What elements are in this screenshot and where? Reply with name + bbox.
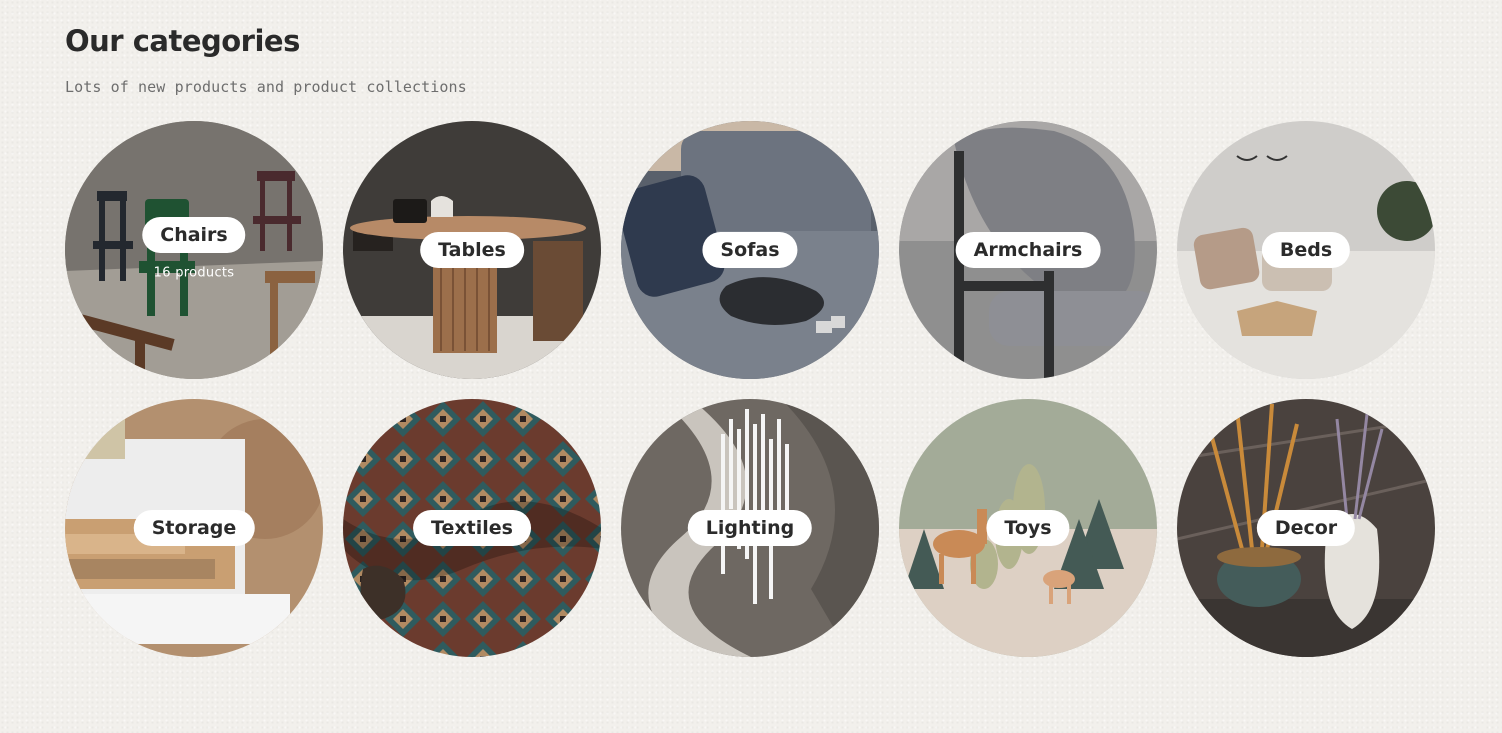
category-label: Beds xyxy=(1261,232,1351,268)
category-storage[interactable]: Storage xyxy=(65,399,323,657)
section-subtitle: Lots of new products and product collect… xyxy=(65,78,467,96)
category-sofas[interactable]: Sofas xyxy=(621,121,879,379)
category-label: Lighting xyxy=(687,510,813,546)
category-product-count: 16 products xyxy=(153,265,235,281)
category-chairs[interactable]: Chairs 16 products xyxy=(65,121,323,379)
category-label: Armchairs xyxy=(955,232,1101,268)
category-label: Storage xyxy=(133,510,255,546)
category-decor[interactable]: Decor xyxy=(1177,399,1435,657)
category-label: Toys xyxy=(986,510,1070,546)
category-label: Tables xyxy=(420,232,524,268)
category-toys[interactable]: Toys xyxy=(899,399,1157,657)
categories-grid: Chairs 16 products Tables Sofas Armchair… xyxy=(65,121,1445,661)
category-label: Sofas xyxy=(702,232,798,268)
category-lighting[interactable]: Lighting xyxy=(621,399,879,657)
category-beds[interactable]: Beds xyxy=(1177,121,1435,379)
section-title: Our categories xyxy=(65,24,300,58)
category-armchairs[interactable]: Armchairs xyxy=(899,121,1157,379)
category-label: Textiles xyxy=(413,510,531,546)
category-tables[interactable]: Tables xyxy=(343,121,601,379)
category-label: Decor xyxy=(1256,510,1356,546)
category-label: Chairs xyxy=(142,217,246,253)
category-textiles[interactable]: Textiles xyxy=(343,399,601,657)
